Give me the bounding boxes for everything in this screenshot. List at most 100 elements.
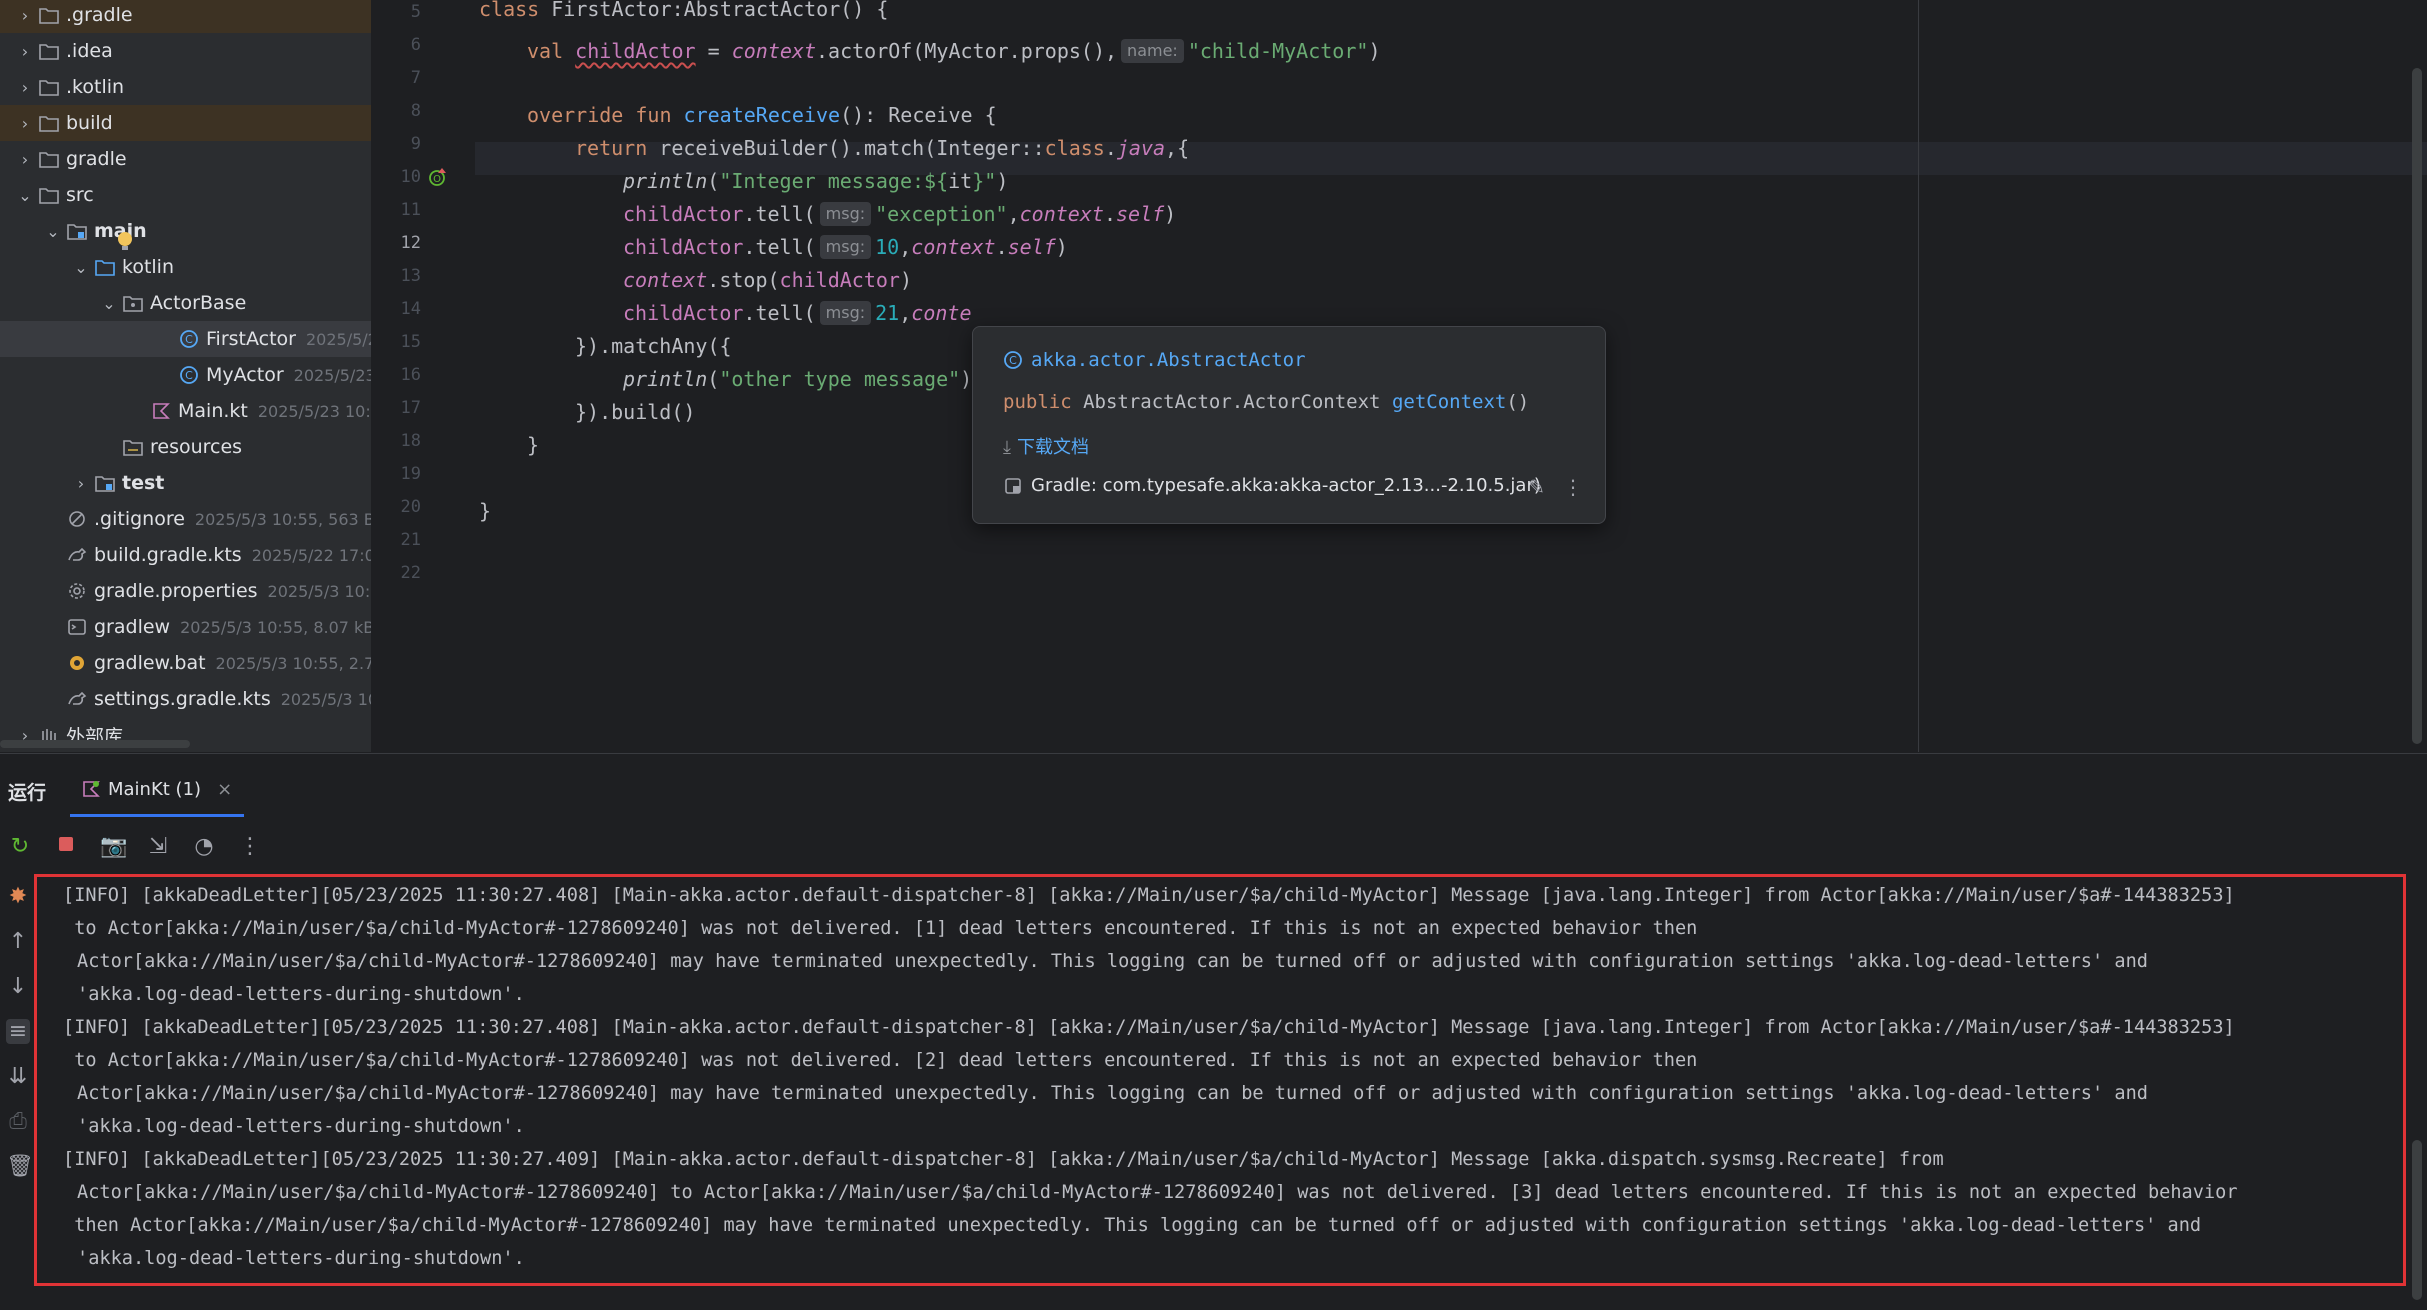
chevron-right-icon[interactable]: › [16, 6, 34, 25]
soft-wrap-icon[interactable]: ≡ [6, 1019, 30, 1044]
quick-doc-popup[interactable]: C akka.actor.AbstractActor public Abstra… [972, 326, 1606, 524]
print-icon[interactable]: ⎙ [6, 1109, 30, 1134]
line-number[interactable]: 22 [373, 563, 421, 583]
line-number[interactable]: 15 [373, 332, 421, 352]
console-line: 'akka.log-dead-letters-during-shutdown'. [77, 984, 525, 1005]
down-arrow-icon[interactable]: ↓ [6, 974, 30, 999]
line-number[interactable]: 21 [373, 530, 421, 550]
chevron-right-icon[interactable]: › [16, 150, 34, 169]
chevron-right-icon[interactable]: › [72, 474, 90, 493]
edit-source-icon[interactable]: ✎ [1528, 475, 1545, 499]
code-line-7[interactable]: val childActor = context.actorOf(MyActor… [527, 36, 1380, 66]
tree-item[interactable]: ⌄ ActorBase [0, 285, 371, 321]
chevron-down-icon[interactable]: ⌄ [44, 222, 62, 241]
tree-item[interactable]: settings.gradle.kts 2025/5/3 10:55 [0, 681, 371, 717]
line-number[interactable]: 8 [373, 101, 421, 121]
popup-class-name[interactable]: akka.actor.AbstractActor [1031, 349, 1306, 371]
folder-icon [38, 184, 60, 206]
code-line-14[interactable]: childActor.tell(msg: 10,context.self) [623, 232, 1068, 262]
line-number[interactable]: 20 [373, 497, 421, 517]
more-icon[interactable]: ⋮ [238, 834, 262, 859]
more-options-icon[interactable]: ⋮ [1563, 475, 1583, 499]
code-line-13[interactable]: childActor.tell(msg: "exception",context.… [623, 199, 1176, 229]
override-marker-icon[interactable]: O [427, 166, 449, 192]
line-number[interactable]: 13 [373, 266, 421, 286]
tree-item-label: gradle.properties [94, 580, 258, 602]
tree-item[interactable]: gradle.properties 2025/5/3 10:55, [0, 573, 371, 609]
line-number[interactable]: 7 [373, 68, 421, 88]
run-tab-mainkt[interactable]: MainKt (1) × [70, 764, 245, 817]
lightbulb-icon[interactable] [116, 231, 134, 257]
code-line-17[interactable]: }).matchAny({ [575, 331, 732, 361]
code-line-12[interactable]: println("Integer message:${it}") [623, 166, 1008, 196]
console-output[interactable]: [INFO] [akkaDeadLetter][05/23/2025 11:30… [34, 874, 2406, 1286]
console-scrollbar[interactable] [2412, 1140, 2422, 1300]
tree-item[interactable]: › .idea [0, 33, 371, 69]
chevron-down-icon[interactable]: ⌄ [100, 294, 118, 313]
rerun-icon[interactable]: ↻ [8, 834, 32, 859]
clear-trash-icon[interactable]: 🗑 [6, 1154, 34, 1179]
line-number[interactable]: 18 [373, 431, 421, 451]
code-line-18[interactable]: println("other type message") [623, 364, 972, 394]
code-line-15[interactable]: context.stop(childActor) [623, 265, 912, 295]
terminal-icon [66, 616, 88, 638]
code-line-5[interactable]: class FirstActor:AbstractActor() { [479, 0, 888, 24]
line-number[interactable]: 19 [373, 464, 421, 484]
code-line-11[interactable]: return receiveBuilder().match(Integer::c… [575, 133, 1189, 163]
line-number[interactable]: 6 [373, 35, 421, 55]
tree-item-label: .kotlin [66, 76, 125, 98]
code-line-16[interactable]: childActor.tell(msg: 21,conte [623, 298, 972, 328]
chevron-right-icon[interactable]: › [16, 78, 34, 97]
tree-item[interactable]: ⌄ main [0, 213, 371, 249]
popup-class-row[interactable]: C akka.actor.AbstractActor [1003, 349, 1306, 371]
tree-item[interactable]: gradlew 2025/5/3 10:55, 8.07 kB [0, 609, 371, 645]
line-number[interactable]: 17 [373, 398, 421, 418]
tree-item[interactable]: › .kotlin [0, 69, 371, 105]
tree-item[interactable]: .gitignore 2025/5/3 10:55, 563 B [0, 501, 371, 537]
chevron-right-icon[interactable]: › [16, 114, 34, 133]
line-number[interactable]: 14 [373, 299, 421, 319]
tree-item[interactable]: build.gradle.kts 2025/5/22 17:09, [0, 537, 371, 573]
console-line: Actor[akka://Main/user/$a/child-MyActor#… [77, 1182, 2238, 1203]
tree-item[interactable]: C FirstActor 2025/5/2 [0, 321, 371, 357]
console-line: then Actor[akka://Main/user/$a/child-MyA… [63, 1215, 2202, 1236]
tree-item-label: build.gradle.kts [94, 544, 242, 566]
tree-item[interactable]: resources [0, 429, 371, 465]
chevron-right-icon[interactable]: › [16, 42, 34, 61]
line-number[interactable]: 11 [373, 200, 421, 220]
code-line-19[interactable]: }).build() [575, 397, 695, 427]
tree-item[interactable]: › .gradle [0, 0, 371, 33]
stop-icon[interactable] [54, 834, 78, 859]
tree-item[interactable]: gradlew.bat 2025/5/3 10:55, 2.76 k [0, 645, 371, 681]
up-arrow-icon[interactable]: ↑ [6, 929, 30, 954]
tree-item[interactable]: › gradle [0, 141, 371, 177]
code-line-22[interactable]: } [479, 496, 491, 526]
camera-icon[interactable]: 📷 [100, 834, 127, 859]
code-line-10[interactable]: override fun createReceive(): Receive { [527, 100, 997, 130]
profiler-icon[interactable]: ◔ [192, 834, 216, 859]
tree-item[interactable]: ⌄ src [0, 177, 371, 213]
tree-horizontal-scrollbar[interactable] [0, 740, 190, 748]
download-docs-link[interactable]: ⤓ 下载文档 [1003, 433, 1089, 459]
scroll-to-end-icon[interactable]: ⇊ [6, 1064, 30, 1089]
tree-item-label: gradlew.bat [94, 652, 206, 674]
tree-item[interactable]: › build [0, 105, 371, 141]
exit-icon[interactable]: ⇲ [146, 834, 170, 859]
debug-icon[interactable]: ✸ [6, 884, 30, 909]
console-line: to Actor[akka://Main/user/$a/child-MyAct… [63, 1050, 1698, 1071]
line-number[interactable]: 5 [373, 2, 421, 22]
close-tab-icon[interactable]: × [217, 779, 232, 800]
tree-item[interactable]: › test [0, 465, 371, 501]
tree-item[interactable]: Main.kt 2025/5/23 10:2 [0, 393, 371, 429]
editor-scrollbar[interactable] [2412, 68, 2422, 744]
code-line-20[interactable]: } [527, 430, 539, 460]
line-number[interactable]: 16 [373, 365, 421, 385]
right-margin-guide [1918, 0, 1919, 752]
line-number[interactable]: 12 [373, 233, 421, 253]
chevron-down-icon[interactable]: ⌄ [72, 258, 90, 277]
line-number[interactable]: 9 [373, 134, 421, 154]
tree-item[interactable]: C MyActor 2025/5/23 [0, 357, 371, 393]
line-number[interactable]: 10 [373, 167, 421, 187]
tree-item[interactable]: ⌄ kotlin [0, 249, 371, 285]
chevron-down-icon[interactable]: ⌄ [16, 186, 34, 205]
